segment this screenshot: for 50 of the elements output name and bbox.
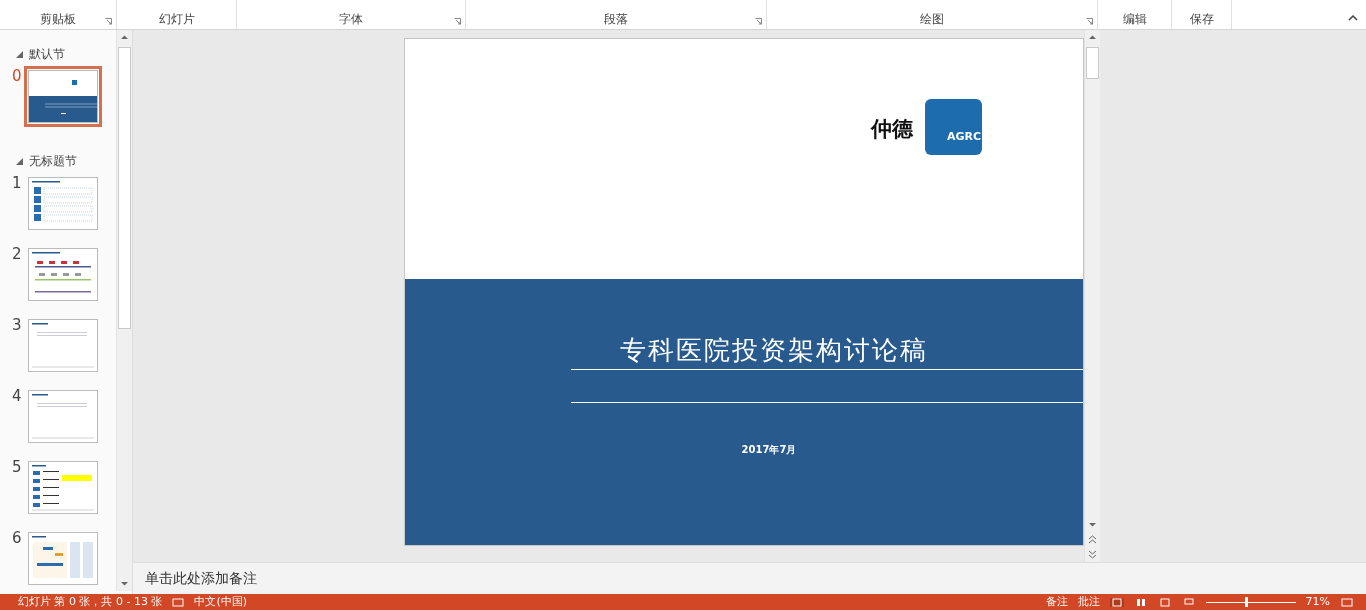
slide-number: 1 — [11, 175, 23, 191]
ribbon-group-label: 段落 — [604, 12, 628, 26]
expanded-triangle-icon — [16, 157, 23, 165]
slide-number: 6 — [11, 530, 23, 546]
slide-count: 幻灯片 第 0 张，共 0 - 13 张 — [18, 595, 163, 609]
dialog-launcher-icon[interactable] — [454, 18, 461, 25]
collapse-ribbon-icon[interactable] — [1348, 15, 1358, 21]
expanded-triangle-icon — [16, 50, 23, 58]
slide-thumbnail[interactable] — [28, 177, 98, 230]
reading-view-icon[interactable] — [1157, 597, 1172, 607]
section-header[interactable]: 默认节 — [16, 44, 116, 64]
slide-date: 2017年7月 — [741, 443, 797, 457]
notes-button[interactable]: 备注 — [1045, 595, 1068, 609]
section-name: 无标题节 — [29, 152, 77, 170]
ribbon-group-label: 剪贴板 — [40, 12, 76, 26]
scroll-thumb[interactable] — [1086, 47, 1099, 79]
slide-thumbnail[interactable] — [28, 319, 98, 372]
slide-number: 0 — [11, 68, 23, 84]
zoom-slider-thumb[interactable] — [1245, 596, 1249, 607]
slide-number: 3 — [11, 317, 23, 333]
scroll-thumb[interactable] — [118, 47, 131, 329]
ribbon-group-label: 保存 — [1189, 12, 1214, 26]
fit-to-window-icon[interactable] — [1340, 597, 1354, 607]
dialog-launcher-icon[interactable] — [105, 18, 112, 25]
section-name: 默认节 — [29, 45, 65, 63]
comments-button[interactable]: 批注 — [1077, 595, 1100, 609]
slide-thumbnail[interactable] — [28, 532, 98, 585]
scrollbar[interactable] — [116, 30, 132, 591]
company-name: 仲德 — [871, 116, 913, 143]
ribbon-group-label: 字体 — [339, 12, 363, 26]
slide-thumbnail[interactable] — [28, 390, 98, 443]
logo-text: AGRC — [946, 130, 981, 144]
ribbon-group-label: 幻灯片 — [158, 12, 195, 26]
normal-view-icon[interactable] — [1109, 597, 1124, 607]
slide-number: 4 — [11, 388, 23, 404]
slide-number: 5 — [11, 459, 23, 475]
section-header[interactable]: 无标题节 — [16, 151, 116, 171]
language-status[interactable]: 中文(中国) — [194, 595, 248, 609]
slide-thumbnail[interactable] — [28, 461, 98, 514]
ribbon-group-label: 编辑 — [1122, 12, 1147, 26]
dialog-launcher-icon[interactable] — [1086, 18, 1093, 25]
slide-title: 专科医院投资架构讨论稿 — [620, 334, 928, 367]
slide-number: 2 — [11, 246, 23, 262]
scrollbar[interactable] — [1084, 30, 1100, 562]
dialog-launcher-icon[interactable] — [755, 18, 762, 25]
ribbon-group-label: 绘图 — [920, 12, 944, 26]
spell-check-icon[interactable] — [172, 597, 185, 607]
slide-thumbnail[interactable] — [28, 248, 98, 301]
zoom-level[interactable]: 71% — [1305, 595, 1330, 609]
slideshow-icon[interactable] — [1181, 597, 1196, 607]
